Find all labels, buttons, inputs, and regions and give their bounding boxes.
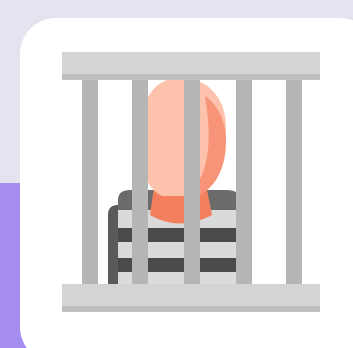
- app-icon-canvas: [0, 0, 353, 348]
- shirt-body-left: [108, 205, 118, 284]
- shirt-stripe-dark-1: [108, 228, 250, 242]
- cage-top-rail-shadow: [62, 74, 320, 80]
- cage-bar-5: [286, 80, 302, 284]
- cage-bar-4: [236, 80, 252, 284]
- cage-bar-2: [132, 80, 148, 284]
- shirt-stripe-light-2: [108, 242, 250, 258]
- cage-bottom-rail-shadow: [62, 306, 320, 312]
- prisoner-behind-bars-icon: [62, 52, 320, 312]
- cage-bar-1: [82, 80, 98, 284]
- cage-bar-3: [184, 80, 200, 284]
- shirt-stripe-light-3: [108, 272, 250, 284]
- shirt-stripe-dark-2: [108, 258, 250, 272]
